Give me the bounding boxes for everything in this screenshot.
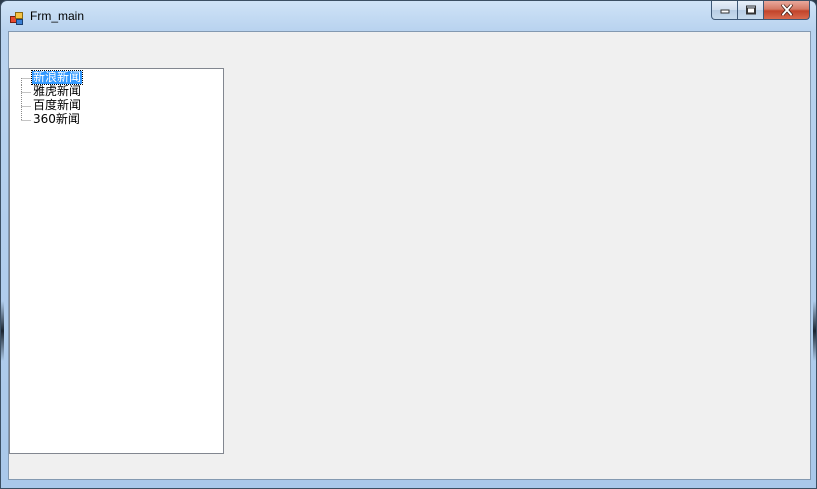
- tree-node-label[interactable]: 雅虎新闻: [32, 85, 82, 98]
- form-app-icon[interactable]: [10, 10, 24, 25]
- maximize-icon: [745, 5, 756, 15]
- window-edge-left: [1, 301, 4, 361]
- close-button[interactable]: [764, 1, 810, 20]
- tree-connector-icon: [21, 113, 31, 121]
- tree-connector-icon: [21, 85, 31, 99]
- tree-node-label[interactable]: 360新闻: [32, 113, 81, 126]
- tree-connector-icon: [21, 99, 31, 113]
- tree-node-2[interactable]: 百度新闻: [20, 99, 140, 113]
- news-treeview[interactable]: 新浪新闻 雅虎新闻 百度新闻 360新闻: [9, 68, 224, 454]
- title-bar[interactable]: Frm_main: [1, 1, 816, 31]
- main-window: Frm_main 新浪新闻 雅虎新闻 百度新闻 360新闻: [0, 0, 817, 489]
- close-icon: [780, 4, 793, 16]
- tree-node-0[interactable]: 新浪新闻: [20, 70, 140, 85]
- minimize-button[interactable]: [711, 1, 738, 20]
- window-title: Frm_main: [30, 9, 85, 23]
- minimize-icon: [720, 9, 729, 14]
- tree-node-1[interactable]: 雅虎新闻: [20, 85, 140, 99]
- tree-node-label[interactable]: 百度新闻: [32, 99, 82, 112]
- window-edge-right: [813, 301, 816, 361]
- tree-node-3[interactable]: 360新闻: [20, 113, 140, 127]
- client-area: 新浪新闻 雅虎新闻 百度新闻 360新闻: [8, 31, 811, 480]
- tree-connector-icon: [21, 78, 31, 85]
- caption-buttons: [711, 1, 810, 21]
- tree-node-label[interactable]: 新浪新闻: [30, 70, 84, 85]
- maximize-button[interactable]: [738, 1, 764, 20]
